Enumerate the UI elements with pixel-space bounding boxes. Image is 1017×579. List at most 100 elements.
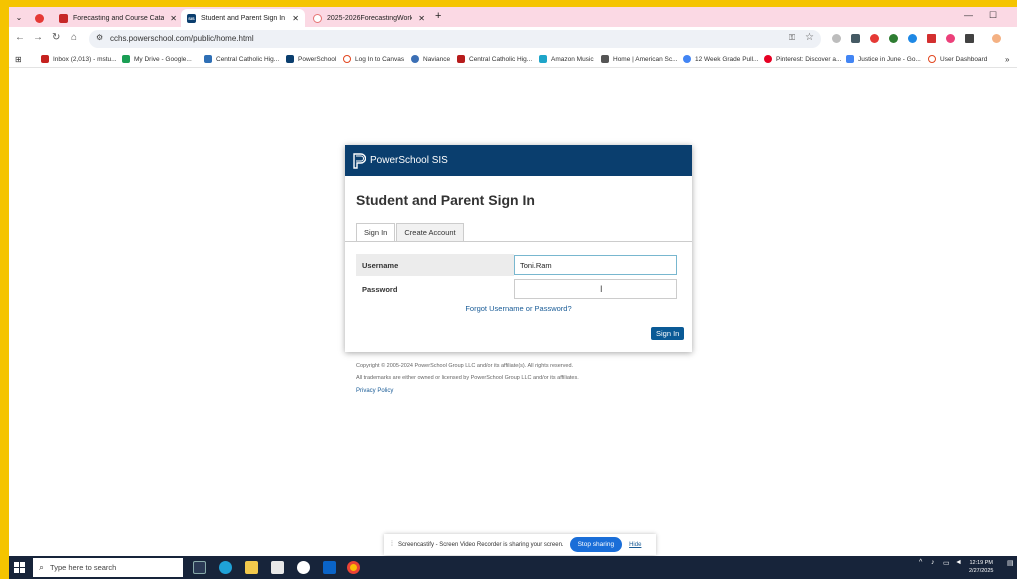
target-icon [313, 13, 322, 23]
close-icon[interactable]: ✕ [292, 14, 299, 23]
notifications-icon[interactable]: ▤ [1007, 559, 1014, 567]
powerschool-logo-icon [353, 152, 366, 169]
edge-icon[interactable] [219, 561, 232, 574]
extension-icon[interactable] [927, 34, 936, 43]
microphone-icon[interactable]: ♪ [931, 559, 935, 566]
username-row: Username [356, 254, 681, 276]
bookmark-canvas[interactable]: Log In to Canvas [343, 55, 404, 63]
password-row: Password [356, 278, 681, 300]
catholic-logo-icon [457, 55, 465, 63]
close-icon[interactable]: ✕ [170, 14, 177, 23]
file-explorer-icon[interactable] [245, 561, 258, 574]
username-label: Username [356, 254, 514, 276]
sis-icon: SIS [187, 13, 196, 23]
bookmark-powerschool[interactable]: PowerSchool [286, 55, 336, 63]
sharing-message: Screencastify - Screen Video Recorder is… [397, 541, 564, 548]
extension-icon[interactable] [908, 34, 917, 43]
extension-icon[interactable] [851, 34, 860, 43]
bookmark-user-dashboard[interactable]: User Dashboard [928, 55, 987, 63]
close-icon[interactable]: ✕ [418, 14, 425, 23]
task-view-icon[interactable] [193, 561, 206, 574]
bookmark-justice-in-june[interactable]: Justice in June - Go... [846, 55, 921, 63]
reload-icon[interactable]: ↻ [52, 32, 60, 43]
bookmark-central-catholic-2[interactable]: Central Catholic Hig... [457, 55, 532, 63]
more-bookmarks-icon[interactable]: » [1005, 55, 1009, 64]
naviance-icon [411, 55, 419, 63]
tab-create-account[interactable]: Create Account [396, 223, 464, 241]
outlook-icon[interactable] [323, 561, 336, 574]
windows-taskbar: ⌕ Type here to search ^ ♪ ▭ ◄ 12:19 PM 2… [9, 556, 1017, 579]
home-icon[interactable]: ⌂ [71, 32, 77, 43]
drag-handle-icon[interactable]: ⁞ [391, 541, 393, 548]
taskbar-search-box[interactable]: ⌕ Type here to search [33, 558, 183, 577]
bookmark-central-catholic[interactable]: Central Catholic Hig... [204, 55, 279, 63]
bookmark-american-school[interactable]: Home | American Sc... [601, 55, 678, 63]
tab-strip: ⌄ Forecasting and Course Catalo ✕ SIS St… [9, 7, 1017, 27]
tab-student-parent-sign-in[interactable]: SIS Student and Parent Sign In ✕ [181, 9, 305, 27]
sign-in-button[interactable]: Sign In [651, 327, 685, 340]
tab-forecasting-worksheet[interactable]: 2025-2026ForecastingWorkshe ✕ [307, 9, 431, 27]
password-input[interactable] [514, 279, 677, 299]
extension-icon[interactable] [946, 34, 955, 43]
tab-search-chevron-icon[interactable]: ⌄ [12, 11, 26, 23]
amazon-music-icon [539, 55, 547, 63]
tab-forecasting-catalog[interactable]: Forecasting and Course Catalo ✕ [53, 9, 183, 27]
google-drive-icon [122, 55, 130, 63]
store-icon[interactable] [271, 561, 284, 574]
chrome-icon[interactable] [347, 561, 360, 574]
tray-chevron-icon[interactable]: ^ [919, 559, 922, 566]
catholic-logo-icon [59, 13, 68, 23]
profile-avatar[interactable] [992, 34, 1001, 43]
bookmark-gmail[interactable]: Inbox (2,013) - mstu... [41, 55, 117, 63]
stop-sharing-button[interactable]: Stop sharing [569, 537, 623, 552]
minimize-icon[interactable]: — [964, 10, 973, 20]
apps-grid-icon[interactable]: ⊞ [15, 55, 22, 64]
password-label: Password [362, 284, 398, 294]
site-icon [204, 55, 212, 63]
text-cursor-icon: I [600, 284, 603, 294]
url-text[interactable]: cchs.powerschool.com/public/home.html [110, 34, 254, 43]
tab-sign-in[interactable]: Sign In [356, 223, 396, 241]
bookmarks-bar: ⊞ Inbox (2,013) - mstu... My Drive - Goo… [9, 51, 1017, 68]
bookmark-grade-pull[interactable]: 12 Week Grade Pull... [683, 55, 758, 63]
app-icon[interactable] [297, 561, 310, 574]
username-input[interactable] [514, 255, 677, 275]
signin-tabs: Sign In Create Account [356, 223, 465, 241]
pinterest-extension-icon[interactable] [870, 34, 879, 43]
bookmark-pinterest[interactable]: Pinterest: Discover a... [764, 55, 841, 63]
signin-card: PowerSchool SIS Student and Parent Sign … [345, 145, 692, 352]
site-info-icon[interactable]: ⚙ [96, 33, 103, 42]
forgot-credentials-link[interactable]: Forgot Username or Password? [345, 304, 692, 313]
page-title: Student and Parent Sign In [356, 192, 535, 208]
building-icon [601, 55, 609, 63]
hide-link[interactable]: Hide [629, 542, 641, 548]
windows-start-icon[interactable] [14, 562, 25, 573]
volume-icon[interactable]: ◄ [955, 559, 962, 566]
card-header: PowerSchool SIS [345, 145, 692, 176]
taskbar-clock[interactable]: 12:19 PM 2/27/2025 [969, 559, 993, 575]
google-icon [683, 55, 691, 63]
trademark-text: All trademarks are either owned or licen… [356, 375, 579, 381]
privacy-policy-link[interactable]: Privacy Policy [356, 388, 393, 394]
bookmark-amazon-music[interactable]: Amazon Music [539, 55, 594, 63]
puzzle-extensions-icon[interactable] [965, 34, 974, 43]
brand-name: PowerSchool SIS [370, 155, 448, 166]
bookmark-star-icon[interactable]: ☆ [805, 32, 814, 43]
extension-icon[interactable] [832, 34, 841, 43]
bookmark-drive[interactable]: My Drive - Google... [122, 55, 192, 63]
tab-divider [345, 241, 692, 242]
network-icon[interactable]: ▭ [943, 559, 950, 567]
maximize-icon[interactable]: ☐ [989, 10, 997, 21]
bookmark-naviance[interactable]: Naviance [411, 55, 450, 63]
extension-icon[interactable] [889, 34, 898, 43]
pinterest-icon [764, 55, 772, 63]
screen: ⌄ Forecasting and Course Catalo ✕ SIS St… [9, 7, 1017, 579]
back-arrow-icon[interactable]: ← [15, 32, 25, 43]
page-content: PowerSchool SIS Student and Parent Sign … [9, 69, 1017, 556]
new-tab-plus-icon[interactable]: + [435, 10, 441, 22]
password-key-icon[interactable]: ⚿ [789, 33, 795, 43]
address-bar[interactable]: ⚙ cchs.powerschool.com/public/home.html … [89, 30, 821, 48]
tab-recorder[interactable] [29, 9, 53, 27]
forward-arrow-icon[interactable]: → [33, 32, 43, 43]
screencastify-sharing-bar: ⁞ Screencastify - Screen Video Recorder … [384, 534, 656, 555]
